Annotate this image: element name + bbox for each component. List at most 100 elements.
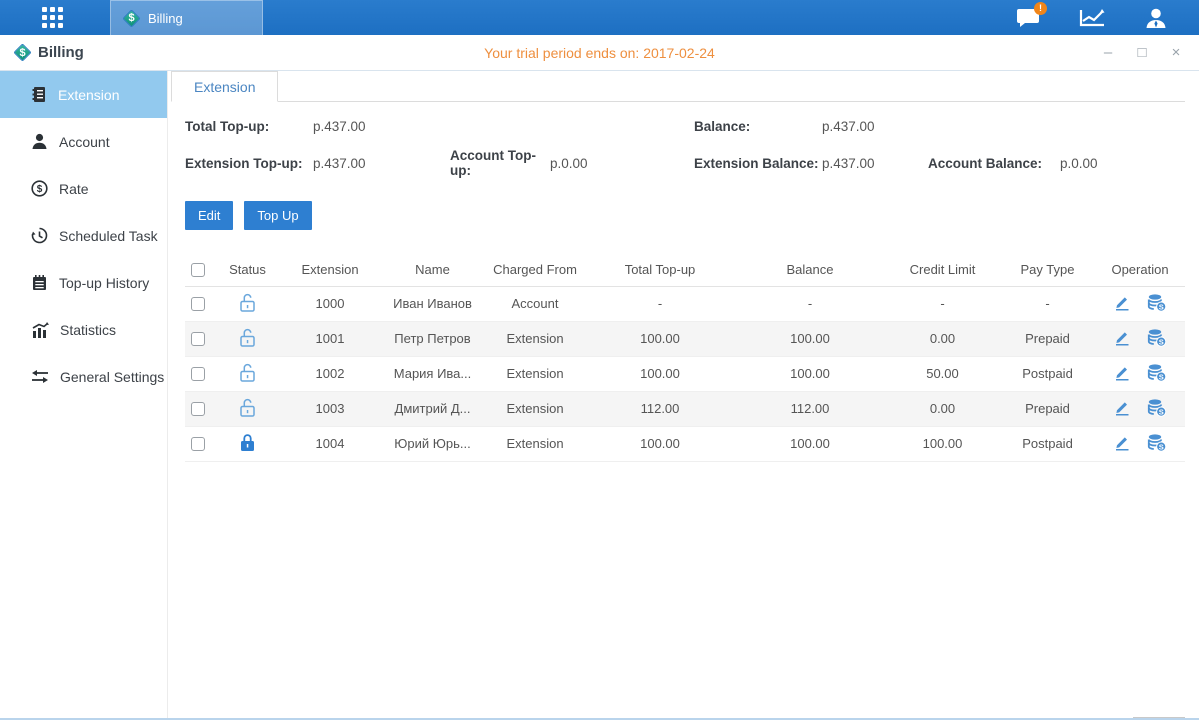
topup-history-notepad-icon bbox=[31, 274, 48, 291]
app-grid-button[interactable] bbox=[22, 0, 82, 35]
row-checkbox[interactable] bbox=[191, 367, 205, 381]
svg-text:S: S bbox=[1159, 302, 1164, 311]
balance-cell: - bbox=[735, 286, 885, 321]
credit-limit-cell: 0.00 bbox=[885, 391, 1000, 426]
col-status: Status bbox=[215, 253, 280, 286]
table-row: 1000Иван ИвановAccount---- S bbox=[185, 286, 1185, 321]
statistics-chart-icon bbox=[31, 322, 49, 338]
extensions-table: Status Extension Name Charged From Total… bbox=[185, 253, 1185, 462]
table-header-row: Status Extension Name Charged From Total… bbox=[185, 253, 1185, 286]
row-checkbox[interactable] bbox=[191, 332, 205, 346]
topup-row-icon[interactable]: S bbox=[1147, 293, 1167, 312]
unlocked-icon[interactable] bbox=[239, 398, 256, 417]
taskbar-tab-billing[interactable]: $ Billing bbox=[110, 0, 263, 35]
topup-extension-button[interactable]: S bbox=[1147, 293, 1167, 315]
sidebar-item-statistics[interactable]: Statistics bbox=[0, 306, 167, 353]
top-up-button[interactable]: Top Up bbox=[244, 201, 311, 230]
messages-button[interactable]: ! bbox=[1015, 6, 1041, 30]
sidebar-item-label: Top-up History bbox=[59, 275, 149, 291]
name-cell: Юрий Юрь... bbox=[380, 426, 485, 461]
sidebar-item-rate[interactable]: $ Rate bbox=[0, 165, 167, 212]
unlocked-icon[interactable] bbox=[239, 293, 256, 312]
statistics-button[interactable] bbox=[1079, 6, 1105, 30]
account-topup-value: p.0.00 bbox=[550, 156, 694, 171]
balance-summary: Total Top-up: p.437.00 Balance: p.437.00… bbox=[185, 119, 1185, 178]
row-checkbox[interactable] bbox=[191, 402, 205, 416]
edit-row-icon[interactable] bbox=[1113, 328, 1131, 346]
edit-row-icon[interactable] bbox=[1113, 293, 1131, 311]
window-title: Billing bbox=[38, 44, 84, 61]
user-icon bbox=[1144, 7, 1168, 29]
row-checkbox[interactable] bbox=[191, 437, 205, 451]
sidebar-item-label: Scheduled Task bbox=[59, 228, 158, 244]
topup-row-icon[interactable]: S bbox=[1147, 328, 1167, 347]
edit-extension-button[interactable] bbox=[1113, 433, 1131, 454]
general-settings-arrows-icon bbox=[31, 369, 49, 384]
row-checkbox[interactable] bbox=[191, 297, 205, 311]
status-cell bbox=[215, 391, 280, 426]
charged-from-cell: Extension bbox=[485, 321, 585, 356]
credit-limit-cell: 50.00 bbox=[885, 356, 1000, 391]
pay-type-cell: Postpaid bbox=[1000, 356, 1095, 391]
pay-type-cell: Prepaid bbox=[1000, 321, 1095, 356]
topup-extension-button[interactable]: S bbox=[1147, 328, 1167, 350]
topup-extension-button[interactable]: S bbox=[1147, 363, 1167, 385]
edit-extension-button[interactable] bbox=[1113, 328, 1131, 349]
col-charged-from: Charged From bbox=[485, 253, 585, 286]
balance-label: Balance: bbox=[694, 119, 822, 134]
unlocked-icon[interactable] bbox=[239, 328, 256, 347]
operation-cell: S bbox=[1095, 321, 1185, 356]
edit-row-icon[interactable] bbox=[1113, 433, 1131, 451]
edit-row-icon[interactable] bbox=[1113, 398, 1131, 416]
charged-from-cell: Account bbox=[485, 286, 585, 321]
account-balance-label: Account Balance: bbox=[928, 156, 1060, 171]
trial-notice: Your trial period ends on: 2017-02-24 bbox=[0, 45, 1199, 61]
topup-row-icon[interactable]: S bbox=[1147, 363, 1167, 382]
sidebar-item-label: Account bbox=[59, 134, 110, 150]
minimize-button[interactable]: – bbox=[1099, 44, 1117, 62]
pay-type-cell: Prepaid bbox=[1000, 391, 1095, 426]
close-button[interactable]: × bbox=[1167, 44, 1185, 62]
user-menu-button[interactable] bbox=[1143, 6, 1169, 30]
col-extension: Extension bbox=[280, 253, 380, 286]
operation-cell: S bbox=[1095, 356, 1185, 391]
sidebar-item-extension[interactable]: Extension bbox=[0, 71, 167, 118]
col-operation: Operation bbox=[1095, 253, 1185, 286]
name-cell: Мария Ива... bbox=[380, 356, 485, 391]
scheduled-task-clock-icon bbox=[31, 227, 48, 244]
sidebar-item-account[interactable]: Account bbox=[0, 118, 167, 165]
extension-topup-value: p.437.00 bbox=[313, 156, 450, 171]
account-topup-label: Account Top-up: bbox=[450, 148, 550, 178]
tab-extension[interactable]: Extension bbox=[171, 71, 278, 102]
topup-extension-button[interactable]: S bbox=[1147, 433, 1167, 455]
tab-bar: Extension bbox=[171, 71, 1185, 102]
operation-cell: S bbox=[1095, 426, 1185, 461]
sidebar-item-scheduled-task[interactable]: Scheduled Task bbox=[0, 212, 167, 259]
table-row: 1001Петр ПетровExtension100.00100.000.00… bbox=[185, 321, 1185, 356]
total-topup-cell: 100.00 bbox=[585, 321, 735, 356]
unlocked-icon[interactable] bbox=[239, 363, 256, 382]
sidebar-item-general-settings[interactable]: General Settings bbox=[0, 353, 167, 400]
charged-from-cell: Extension bbox=[485, 426, 585, 461]
total-topup-cell: 100.00 bbox=[585, 356, 735, 391]
notification-badge: ! bbox=[1034, 2, 1047, 15]
topup-row-icon[interactable]: S bbox=[1147, 433, 1167, 452]
line-chart-icon bbox=[1079, 8, 1105, 28]
extension-topup-label: Extension Top-up: bbox=[185, 156, 313, 171]
credit-limit-cell: 0.00 bbox=[885, 321, 1000, 356]
edit-row-icon[interactable] bbox=[1113, 363, 1131, 381]
edit-extension-button[interactable] bbox=[1113, 363, 1131, 384]
col-name: Name bbox=[380, 253, 485, 286]
maximize-button[interactable]: □ bbox=[1133, 44, 1151, 62]
topup-extension-button[interactable]: S bbox=[1147, 398, 1167, 420]
edit-extension-button[interactable] bbox=[1113, 293, 1131, 314]
sidebar-item-topup-history[interactable]: Top-up History bbox=[0, 259, 167, 306]
extension-cell: 1001 bbox=[280, 321, 380, 356]
edit-button[interactable]: Edit bbox=[185, 201, 233, 230]
operation-cell: S bbox=[1095, 391, 1185, 426]
topup-row-icon[interactable]: S bbox=[1147, 398, 1167, 417]
billing-title-icon: $ bbox=[14, 44, 31, 61]
select-all-checkbox[interactable] bbox=[191, 263, 205, 277]
edit-extension-button[interactable] bbox=[1113, 398, 1131, 419]
locked-icon[interactable] bbox=[239, 433, 256, 452]
